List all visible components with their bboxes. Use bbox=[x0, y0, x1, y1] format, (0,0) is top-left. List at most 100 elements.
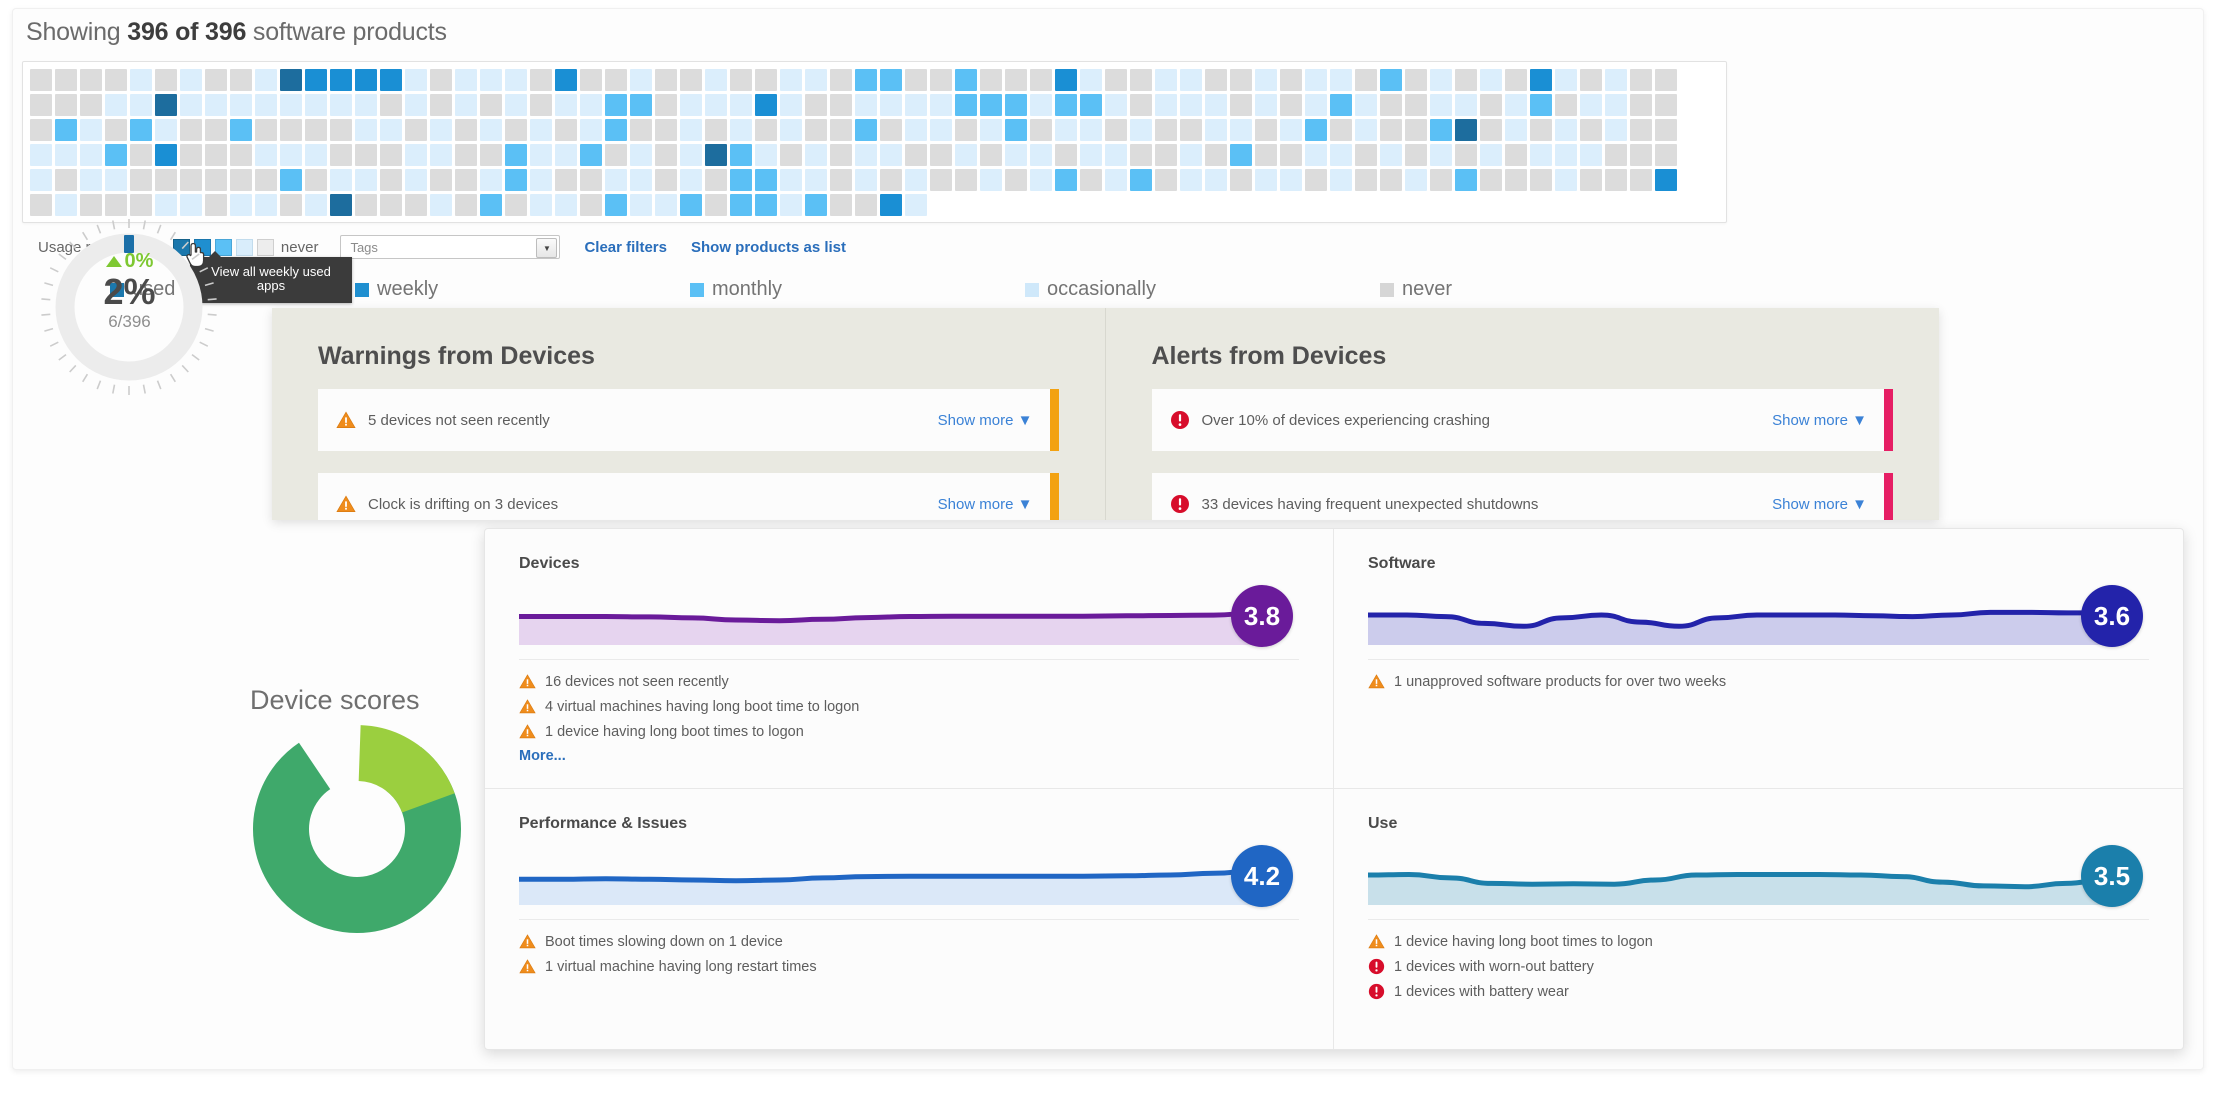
heatmap-cell[interactable] bbox=[1455, 69, 1477, 91]
heatmap-cell[interactable] bbox=[1330, 69, 1352, 91]
heatmap-cell[interactable] bbox=[1330, 144, 1352, 166]
heatmap-cell[interactable] bbox=[705, 94, 727, 116]
scorecard-issue[interactable]: 1 virtual machine having long restart ti… bbox=[519, 958, 1299, 975]
heatmap-cell[interactable] bbox=[855, 119, 877, 141]
heatmap-cell[interactable] bbox=[1030, 119, 1052, 141]
heatmap-cell[interactable] bbox=[1230, 144, 1252, 166]
heatmap-cell[interactable] bbox=[1105, 144, 1127, 166]
heatmap-cell[interactable] bbox=[1105, 69, 1127, 91]
heatmap-cell[interactable] bbox=[30, 69, 52, 91]
heatmap-cell[interactable] bbox=[1555, 119, 1577, 141]
heatmap-cell[interactable] bbox=[455, 69, 477, 91]
heatmap-cell[interactable] bbox=[780, 69, 802, 91]
heatmap-cell[interactable] bbox=[530, 94, 552, 116]
heatmap-cell[interactable] bbox=[305, 194, 327, 216]
heatmap-cell[interactable] bbox=[730, 94, 752, 116]
heatmap-cell[interactable] bbox=[855, 69, 877, 91]
heatmap-cell[interactable] bbox=[805, 194, 827, 216]
show-more-link[interactable]: Show more ▼ bbox=[938, 412, 1033, 429]
heatmap-cell[interactable] bbox=[1130, 169, 1152, 191]
heatmap-cell[interactable] bbox=[1230, 169, 1252, 191]
heatmap-cell[interactable] bbox=[55, 119, 77, 141]
heatmap-cell[interactable] bbox=[1580, 94, 1602, 116]
heatmap-cell[interactable] bbox=[605, 144, 627, 166]
heatmap-cell[interactable] bbox=[355, 94, 377, 116]
heatmap-cell[interactable] bbox=[830, 119, 852, 141]
heatmap-cell[interactable] bbox=[705, 144, 727, 166]
heatmap-cell[interactable] bbox=[1355, 119, 1377, 141]
heatmap-cell[interactable] bbox=[830, 144, 852, 166]
heatmap-cell[interactable] bbox=[730, 69, 752, 91]
heatmap-cell[interactable] bbox=[305, 169, 327, 191]
heatmap-cell[interactable] bbox=[480, 169, 502, 191]
heatmap-cell[interactable] bbox=[30, 169, 52, 191]
heatmap-cell[interactable] bbox=[855, 194, 877, 216]
heatmap-cell[interactable] bbox=[130, 69, 152, 91]
warning-row[interactable]: Clock is drifting on 3 devices Show more … bbox=[318, 473, 1059, 520]
heatmap-cell[interactable] bbox=[1555, 144, 1577, 166]
heatmap-cell[interactable] bbox=[130, 94, 152, 116]
heatmap-cell[interactable] bbox=[630, 144, 652, 166]
heatmap-cell[interactable] bbox=[705, 119, 727, 141]
heatmap-cell[interactable] bbox=[1080, 169, 1102, 191]
heatmap-cell[interactable] bbox=[805, 94, 827, 116]
heatmap-cell[interactable] bbox=[1430, 69, 1452, 91]
alert-row[interactable]: Over 10% of devices experiencing crashin… bbox=[1151, 389, 1893, 451]
heatmap-cell[interactable] bbox=[1430, 169, 1452, 191]
heatmap-cell[interactable] bbox=[1380, 119, 1402, 141]
heatmap-cell[interactable] bbox=[680, 169, 702, 191]
heatmap-cell[interactable] bbox=[505, 144, 527, 166]
heatmap-cell[interactable] bbox=[630, 94, 652, 116]
heatmap-cell[interactable] bbox=[1480, 94, 1502, 116]
heatmap-cell[interactable] bbox=[330, 69, 352, 91]
heatmap-cell[interactable] bbox=[1605, 169, 1627, 191]
heatmap-cell[interactable] bbox=[480, 69, 502, 91]
heatmap-cell[interactable] bbox=[305, 69, 327, 91]
heatmap-cell[interactable] bbox=[430, 119, 452, 141]
scorecard-issue[interactable]: 4 virtual machines having long boot time… bbox=[519, 698, 1299, 715]
heatmap-cell[interactable] bbox=[1505, 94, 1527, 116]
heatmap-cell[interactable] bbox=[1180, 94, 1202, 116]
heatmap-cell[interactable] bbox=[730, 194, 752, 216]
heatmap-cell[interactable] bbox=[255, 144, 277, 166]
heatmap-cell[interactable] bbox=[455, 94, 477, 116]
heatmap-cell[interactable] bbox=[1130, 69, 1152, 91]
heatmap-cell[interactable] bbox=[1505, 144, 1527, 166]
heatmap-cell[interactable] bbox=[855, 169, 877, 191]
heatmap-cell[interactable] bbox=[1405, 69, 1427, 91]
heatmap-cell[interactable] bbox=[1530, 69, 1552, 91]
heatmap-cell[interactable] bbox=[405, 169, 427, 191]
heatmap-cell[interactable] bbox=[955, 94, 977, 116]
heatmap-cell[interactable] bbox=[80, 69, 102, 91]
heatmap-cell[interactable] bbox=[1230, 69, 1252, 91]
heatmap-cell[interactable] bbox=[380, 94, 402, 116]
heatmap-cell[interactable] bbox=[30, 119, 52, 141]
heatmap-cell[interactable] bbox=[105, 69, 127, 91]
heatmap-cell[interactable] bbox=[455, 169, 477, 191]
heatmap-cell[interactable] bbox=[1480, 144, 1502, 166]
heatmap-cell[interactable] bbox=[755, 169, 777, 191]
heatmap-cell[interactable] bbox=[155, 194, 177, 216]
heatmap-cell[interactable] bbox=[255, 169, 277, 191]
heatmap-cell[interactable] bbox=[1505, 69, 1527, 91]
heatmap-cell[interactable] bbox=[1055, 169, 1077, 191]
heatmap-cell[interactable] bbox=[580, 69, 602, 91]
heatmap-cell[interactable] bbox=[205, 169, 227, 191]
heatmap-cell[interactable] bbox=[830, 69, 852, 91]
heatmap-cell[interactable] bbox=[655, 94, 677, 116]
heatmap-cell[interactable] bbox=[680, 94, 702, 116]
heatmap-cell[interactable] bbox=[905, 144, 927, 166]
heatmap-cell[interactable] bbox=[580, 144, 602, 166]
heatmap-cell[interactable] bbox=[1630, 119, 1652, 141]
heatmap-cell[interactable] bbox=[980, 69, 1002, 91]
heatmap-cell[interactable] bbox=[580, 194, 602, 216]
heatmap-cell[interactable] bbox=[230, 194, 252, 216]
heatmap-cell[interactable] bbox=[1055, 69, 1077, 91]
heatmap-cell[interactable] bbox=[1605, 69, 1627, 91]
heatmap-cell[interactable] bbox=[1405, 144, 1427, 166]
heatmap-cell[interactable] bbox=[1180, 119, 1202, 141]
heatmap-cell[interactable] bbox=[905, 69, 927, 91]
scorecard[interactable]: Software 3.6 1 unapproved software product… bbox=[1334, 529, 2183, 789]
heatmap-cell[interactable] bbox=[655, 169, 677, 191]
heatmap-cell[interactable] bbox=[680, 119, 702, 141]
